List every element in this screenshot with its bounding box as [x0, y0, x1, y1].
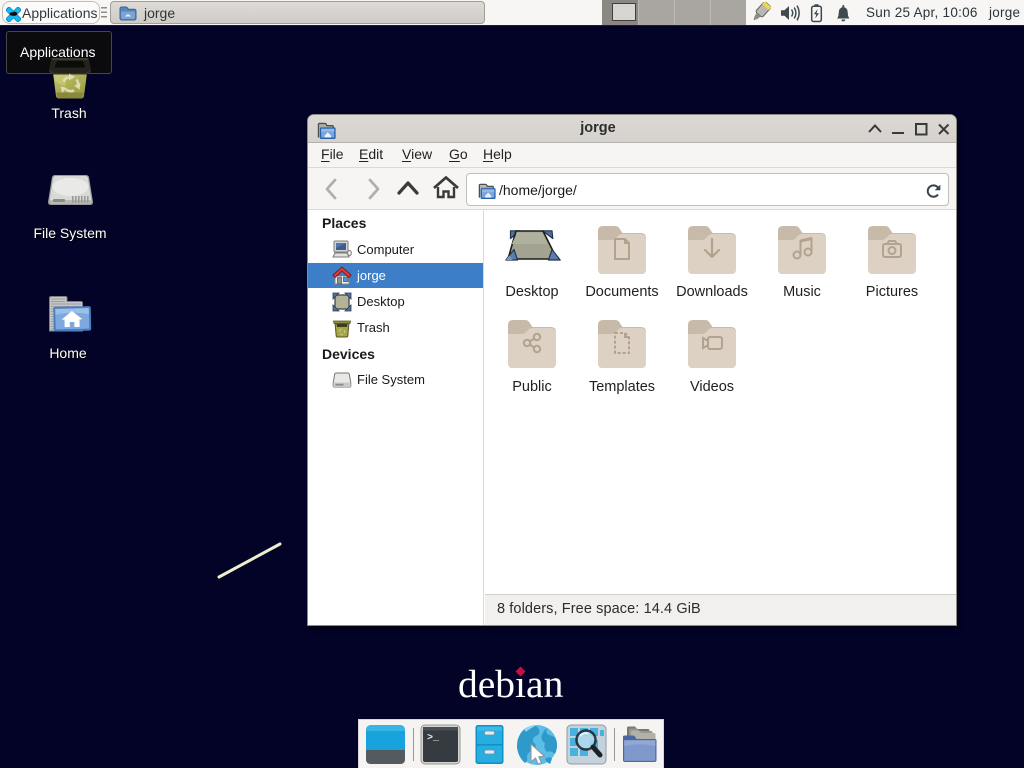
svg-text:>_: >_: [427, 733, 440, 744]
